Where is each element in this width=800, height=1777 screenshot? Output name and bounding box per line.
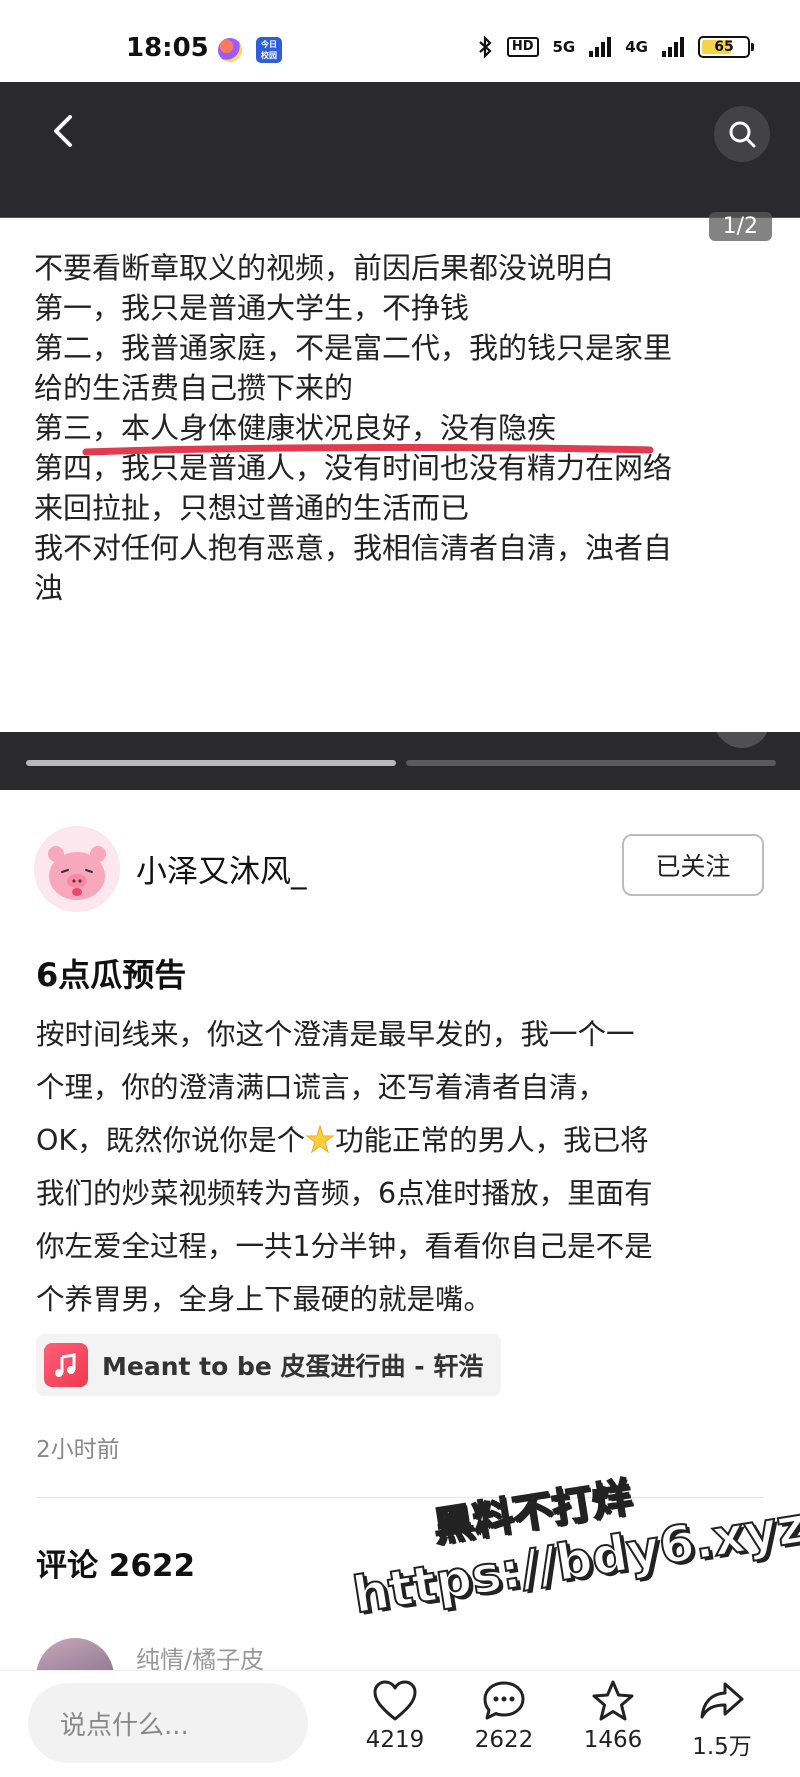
post-line: 我们的炒菜视频转为音频，6点准时播放，里面有 bbox=[36, 1177, 653, 1210]
slide-progress bbox=[26, 760, 776, 766]
slide-text: 不要看断章取义的视频，前因后果都没说明白 第一，我只是普通大学生，不挣钱 第二，… bbox=[34, 248, 774, 608]
slide-line: 我不对任何人抱有恶意，我相信清者自清，浊者自 bbox=[34, 531, 673, 565]
slide-line: 第三，本人身体健康状况良好，没有隐疾 bbox=[34, 411, 557, 445]
slide-line: 不要看断章取义的视频，前因后果都没说明白 bbox=[34, 251, 615, 285]
comments-heading: 评论 2622 bbox=[36, 1548, 196, 1584]
campus-app-icon: 今日 校园 bbox=[256, 37, 282, 63]
follow-button[interactable]: 已关注 bbox=[622, 834, 764, 896]
signal-icon-2 bbox=[662, 37, 684, 57]
post-body: 按时间线来，你这个澄清是最早发的，我一个一 个理，你的澄清满口谎言，还写着清者自… bbox=[36, 1008, 766, 1326]
media-viewer[interactable]: 不要看断章取义的视频，前因后果都没说明白 第一，我只是普通大学生，不挣钱 第二，… bbox=[0, 82, 800, 790]
image-slide[interactable]: 不要看断章取义的视频，前因后果都没说明白 第一，我只是普通大学生，不挣钱 第二，… bbox=[0, 217, 800, 732]
signal-icon bbox=[589, 37, 612, 57]
slide-line: 浊 bbox=[34, 571, 64, 605]
search-button[interactable] bbox=[714, 106, 770, 162]
star-icon bbox=[592, 1680, 634, 1721]
favorite-button[interactable]: 1466 bbox=[568, 1679, 658, 1753]
progress-segment-1 bbox=[26, 760, 396, 766]
hd-icon: HD bbox=[506, 37, 539, 57]
avatar[interactable] bbox=[34, 826, 120, 912]
post-title: 6点瓜预告 bbox=[36, 956, 187, 994]
share-count: 1.5万 bbox=[692, 1734, 752, 1760]
sound-button[interactable] bbox=[714, 692, 770, 748]
like-button[interactable]: 4219 bbox=[350, 1679, 440, 1753]
slide-line: 来回拉扯，只想过普通的生活而已 bbox=[34, 491, 470, 525]
slide-line: 给的生活费自己攒下来的 bbox=[34, 371, 354, 405]
comment-input[interactable]: 说点什么... bbox=[28, 1683, 308, 1763]
notification-app-icon bbox=[218, 38, 242, 62]
speaker-icon bbox=[729, 709, 756, 731]
back-button[interactable] bbox=[38, 106, 88, 156]
chevron-left-icon bbox=[54, 115, 72, 147]
post-line: 你左爱全过程，一共1分半钟，看看你自己是不是 bbox=[36, 1230, 653, 1263]
author-row: 小泽又沐风_ 已关注 bbox=[0, 820, 800, 920]
status-time: 18:05 bbox=[126, 33, 209, 63]
slide-line: 第一，我只是普通大学生，不挣钱 bbox=[34, 291, 470, 325]
network-5g-label: 5G bbox=[552, 38, 576, 56]
comment-bubble-icon bbox=[483, 1681, 525, 1720]
comment-button[interactable]: 2622 bbox=[459, 1679, 549, 1753]
bluetooth-icon bbox=[479, 36, 492, 58]
post-timestamp: 2小时前 bbox=[36, 1437, 120, 1463]
bottom-action-bar: 说点什么... 4219 2622 1466 1.5万 bbox=[0, 1670, 800, 1777]
share-button[interactable]: 1.5万 bbox=[677, 1679, 767, 1761]
music-title: Meant to be 皮蛋进行曲 - 轩浩 bbox=[102, 1352, 484, 1381]
progress-segment-2 bbox=[406, 760, 776, 766]
status-bar: 18:05 今日 校园 HD 5G 4G 65 bbox=[0, 0, 800, 82]
favorite-count: 1466 bbox=[583, 1727, 643, 1753]
music-note-icon bbox=[44, 1343, 88, 1387]
pig-avatar-icon bbox=[34, 826, 120, 912]
highlight-underline bbox=[82, 444, 654, 456]
battery-icon: 65 bbox=[698, 36, 754, 58]
post-line-part: OK，既然你说你是个 bbox=[36, 1124, 306, 1157]
network-4g-label: 4G bbox=[625, 38, 648, 56]
post-line-part: 功能正常的男人，我已将 bbox=[335, 1124, 649, 1157]
slide-line: 第二，我普通家庭，不是富二代，我的钱只是家里 bbox=[34, 331, 673, 365]
search-icon bbox=[729, 121, 756, 148]
music-chip[interactable]: Meant to be 皮蛋进行曲 - 轩浩 bbox=[36, 1334, 502, 1396]
watermark: 黑料不打烊 https://bdy6.xyz bbox=[340, 1438, 800, 1626]
heart-icon bbox=[373, 1680, 417, 1721]
status-icons: HD 5G 4G 65 bbox=[477, 36, 754, 58]
post-line: 个养胃男，全身上下最硬的就是嘴。 bbox=[36, 1283, 493, 1316]
star-emoji-icon bbox=[305, 1124, 335, 1154]
battery-level: 65 bbox=[714, 39, 734, 55]
post-line: 个理，你的澄清满口谎言，还写着清者自清， bbox=[36, 1071, 607, 1104]
page-indicator: 1/2 bbox=[708, 212, 772, 241]
share-arrow-icon bbox=[700, 1682, 744, 1719]
post-line-with-emoji: OK，既然你说你是个 功能正常的男人，我已将 bbox=[36, 1114, 766, 1167]
post-line: 按时间线来，你这个澄清是最早发的，我一个一 bbox=[36, 1018, 635, 1051]
author-name[interactable]: 小泽又沐风_ bbox=[136, 846, 307, 891]
like-count: 4219 bbox=[365, 1727, 425, 1753]
comment-count: 2622 bbox=[474, 1727, 534, 1753]
